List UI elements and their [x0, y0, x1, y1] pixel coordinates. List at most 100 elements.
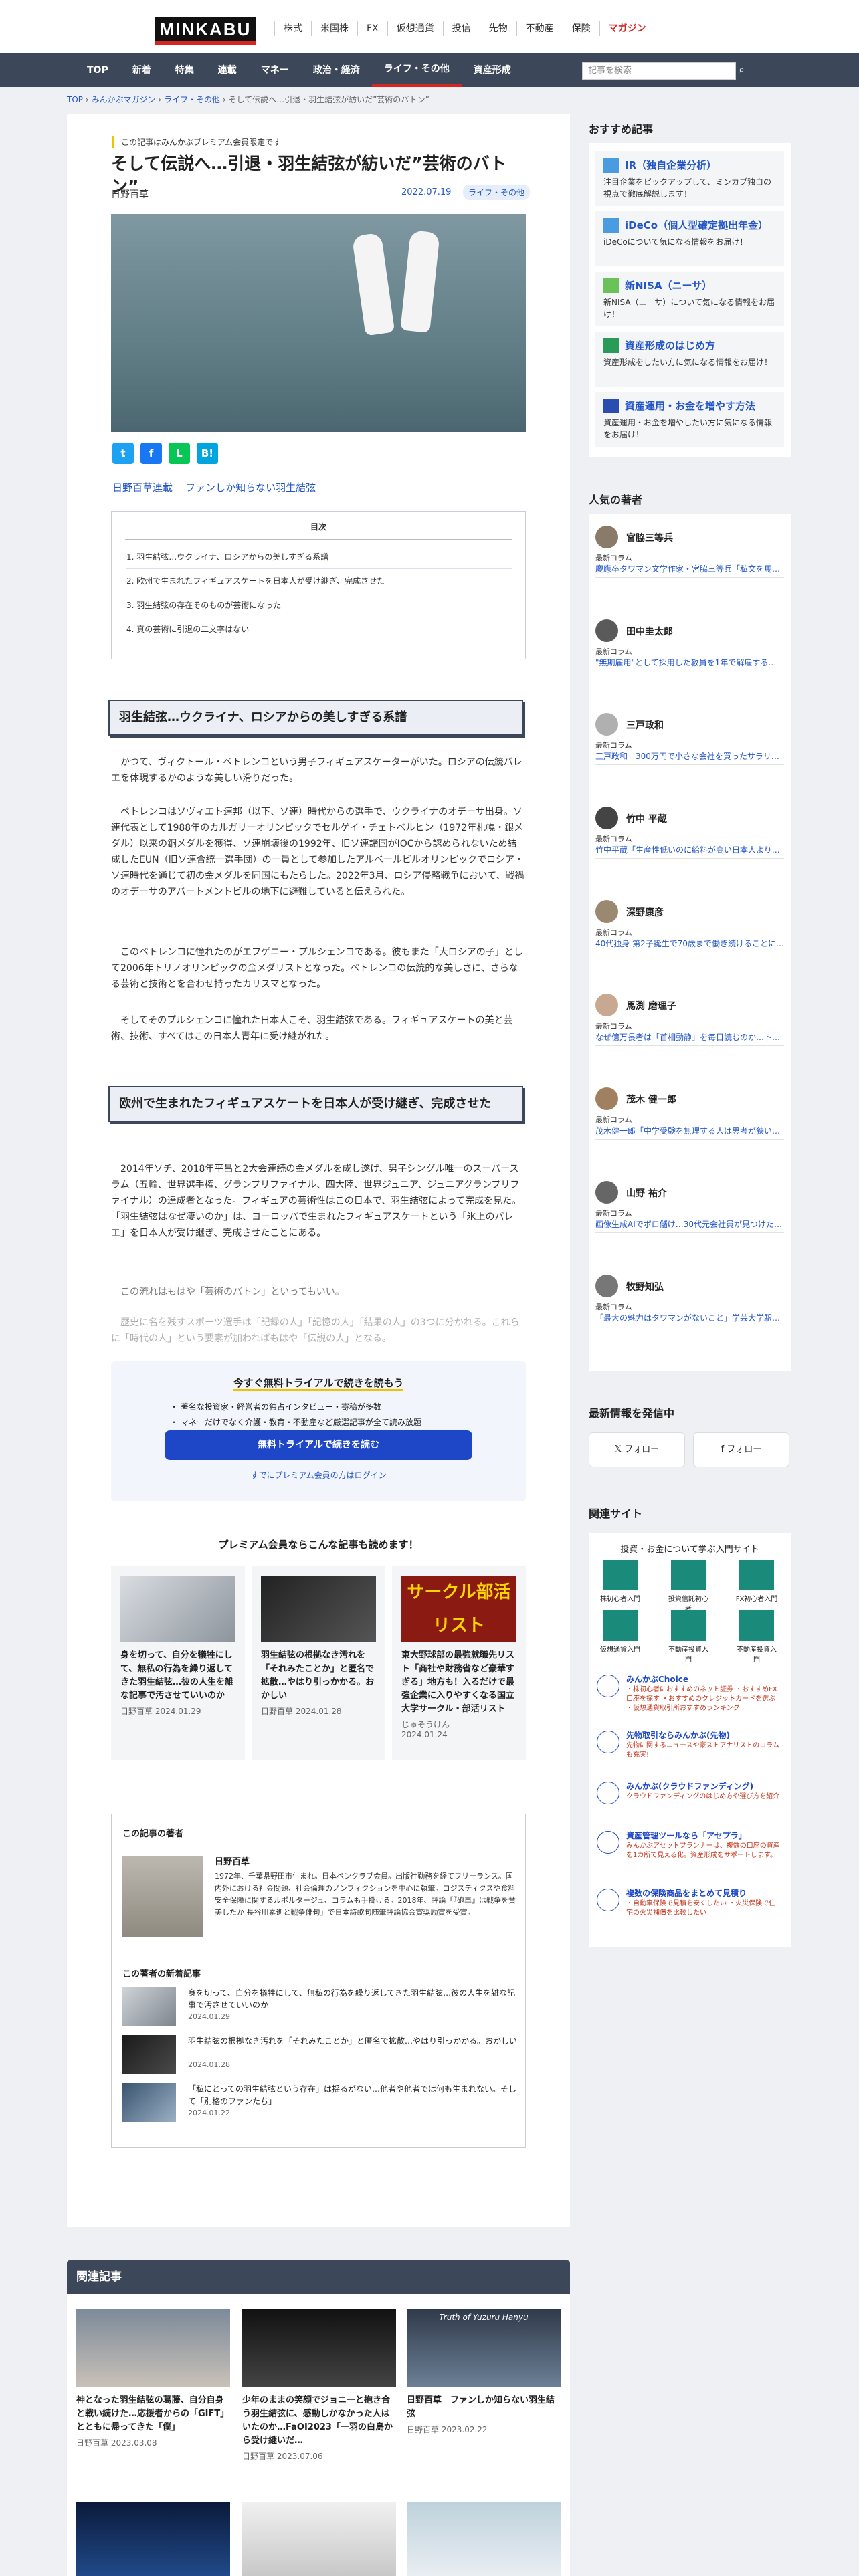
related-card-image[interactable]: [242, 2502, 396, 2576]
site-tile[interactable]: 投資信託初心者: [666, 1560, 710, 1613]
category-badge[interactable]: ライフ・その他: [463, 185, 531, 200]
author-item[interactable]: 三戸政和 最新コラム 三戸政和 300万円で小さな会社を買ったサラリーマン: [595, 709, 784, 765]
nav-money[interactable]: マネー: [249, 53, 301, 87]
author-item[interactable]: 竹中 平蔵最新コラム竹中平蔵「生産性低いのに給料が高い日本人よりも、ChatGP…: [595, 802, 784, 859]
search-input[interactable]: 記事を検索: [582, 62, 736, 80]
nav-politics[interactable]: 政治・経済: [301, 53, 372, 87]
site-tile[interactable]: 株初心者入門: [598, 1560, 642, 1606]
author-item[interactable]: 馬渕 磨理子最新コラムなぜ億万長者は「首相動静」を毎日読むのか…トップトレーダー…: [595, 990, 784, 1046]
premium-card[interactable]: 羽生結弦の根拠なき汚れを「それみたことか」と匿名で拡散…やはり引っかかる。おかし…: [252, 1566, 385, 1760]
related-card[interactable]: Truth of Yuzuru Hanyu 日野百草 ファンしか知らない羽生結弦…: [407, 2309, 561, 2435]
site-tile[interactable]: FX初心者入門: [735, 1560, 779, 1606]
site-tile[interactable]: 仮想通貨入門: [598, 1610, 642, 1657]
latest-article[interactable]: なぜ億万長者は「首相動静」を毎日読むのか…トップトレーダーが読んでいる雑誌…: [595, 1031, 784, 1043]
recommend-item[interactable]: IR（独自企業分析） 注目企業をピックアップして、ミンカブ独自の視点で徹底解説しま…: [595, 151, 784, 206]
site-link[interactable]: 資産管理ツールなら「アセプラ」 みんかぶアセットプランナーは、複数の口座の資産を1…: [597, 1827, 784, 1876]
recommend-title[interactable]: 資産運用・お金を増やす方法: [603, 399, 776, 413]
nav-series[interactable]: 連載: [206, 53, 249, 87]
list-item-title[interactable]: 羽生結弦の根拠なき汚れを「それみたことか」と匿名で拡散…やはり引っかかる。おかし…: [188, 2035, 517, 2047]
topnav-crypto[interactable]: 仮想通貨: [387, 21, 443, 36]
author-name[interactable]: 竹中 平蔵: [626, 812, 667, 825]
related-card-image[interactable]: [407, 2502, 561, 2576]
list-item[interactable]: 身を切って、自分を犠牲にして、無私の行為を繰り返してきた羽生結弦…彼の人生を雑な…: [122, 1987, 517, 2027]
premium-card[interactable]: 身を切って、自分を犠牲にして、無私の行為を繰り返してきた羽生結弦…彼の人生を雑な…: [111, 1566, 245, 1760]
nav-life[interactable]: ライフ・その他: [371, 53, 462, 87]
topnav-funds[interactable]: 投信: [442, 21, 480, 36]
topnav-stocks[interactable]: 株式: [274, 21, 311, 36]
author-item[interactable]: 茂木 健一郎最新コラム茂木健一郎「中学受験を無理する人は思考が狭い」無意味な学力…: [595, 1083, 784, 1140]
author-name[interactable]: 山野 祐介: [626, 1186, 667, 1200]
recommend-item[interactable]: 新NISA（ニーサ） 新NISA（ニーサ）について気になる情報をお届け！: [595, 272, 784, 326]
author-name[interactable]: 三戸政和: [626, 718, 664, 732]
latest-article[interactable]: 竹中平蔵「生産性低いのに給料が高い日本人よりも、ChatGPTがありがたい」…A…: [595, 844, 784, 855]
site-tile[interactable]: 不動産投資入門: [666, 1610, 710, 1664]
recommend-title[interactable]: 資産形成のはじめ方: [603, 338, 776, 353]
author-name[interactable]: 田中圭太郎: [626, 625, 673, 638]
facebook-icon[interactable]: f: [140, 443, 162, 464]
tag-series[interactable]: 日野百草連載: [112, 481, 173, 494]
site-logo[interactable]: MINKABU: [155, 17, 256, 45]
site-link-title[interactable]: みんかぶChoice: [626, 1673, 688, 1685]
latest-article[interactable]: 茂木健一郎「中学受験を無理する人は思考が狭い」無意味な学力競争文化が子供を…: [595, 1125, 784, 1136]
card-title[interactable]: 神となった羽生結弦の葛藤、自分自身と戦い続けた…応援者からの「GIFT」とともに…: [76, 2394, 230, 2434]
list-item-title[interactable]: 「私にとっての羽生結弦という存在」は揺るがない…他者や他者では何も生まれない。そ…: [188, 2083, 517, 2107]
site-tile[interactable]: 不動産投資入門: [735, 1610, 779, 1664]
recommend-item[interactable]: 資産形成のはじめ方 資産形成をしたい方に気になる情報をお届け！: [595, 332, 784, 387]
site-link-title[interactable]: 先物取引ならみんかぶ(先物): [626, 1729, 730, 1741]
latest-article[interactable]: 三戸政和 300万円で小さな会社を買ったサラリーマン: [595, 750, 784, 762]
card-title[interactable]: 東大野球部の最強就職先リスト「商社や財務省など豪華すぎる」地方も！入るだけで最強…: [392, 1649, 526, 1716]
latest-article[interactable]: "無期雇用"として採用した教員を1年で解雇する東北大の是非……文科省「労働契…: [595, 657, 784, 668]
topnav-realestate[interactable]: 不動産: [516, 21, 563, 36]
site-link[interactable]: みんかぶ(クラウドファンディング) クラウドファンディングのはじめ方や選び方を紹介: [597, 1778, 784, 1820]
twitter-icon[interactable]: t: [112, 443, 134, 464]
toc-item[interactable]: 1. 羽生結弦…ウクライナ、ロシアからの美しすぎる系譜: [126, 545, 512, 569]
author-name[interactable]: 馬渕 磨理子: [626, 999, 676, 1012]
latest-article[interactable]: 慶應卒タワマン文学作家・宮脇三等兵「私文を馬鹿にするネット世論は…: [595, 563, 784, 574]
follow-facebook-button[interactable]: f フォロー: [693, 1432, 789, 1467]
toc-item[interactable]: 4. 真の芸術に引退の二文字はない: [126, 617, 512, 641]
nav-asset[interactable]: 資産形成: [462, 53, 523, 87]
site-link[interactable]: 先物取引ならみんかぶ(先物) 先物に関するニュースや豪ストアナリストのコラムも充実…: [597, 1727, 784, 1769]
author-item[interactable]: 牧野知弘最新コラム「最大の魅力はタワマンがないこと」学芸大学駅をなぜ不動産専門家…: [595, 1271, 784, 1327]
topnav-futures[interactable]: 先物: [479, 21, 516, 36]
latest-article[interactable]: 「最大の魅力はタワマンがないこと」学芸大学駅をなぜ不動産専門家が重視して…: [595, 1312, 784, 1323]
related-card[interactable]: 神となった羽生結弦の葛藤、自分自身と戦い続けた…応援者からの「GIFT」とともに…: [76, 2309, 230, 2448]
topnav-magazine[interactable]: マガジン: [599, 21, 655, 36]
hatena-icon[interactable]: B!: [197, 443, 218, 464]
login-link[interactable]: すでにプレミアム会員の方はログイン: [111, 1469, 526, 1481]
site-link-title[interactable]: みんかぶ(クラウドファンディング): [626, 1780, 753, 1792]
card-title[interactable]: 身を切って、自分を犠牲にして、無私の行為を繰り返してきた羽生結弦…彼の人生を雑な…: [111, 1649, 245, 1703]
premium-card[interactable]: サークル部活リスト 東大野球部の最強就職先リスト「商社や財務省など豪華すぎる」地…: [392, 1566, 526, 1760]
latest-article[interactable]: 40代独身 第2子誕生で70歳まで働き続けることに…年間収支は26万円の赤字！家…: [595, 938, 784, 949]
latest-article[interactable]: 画像生成AIでボロ儲け…30代元会社員が見つけたマネーツリー「何の能も売れる…: [595, 1218, 784, 1230]
follow-x-button[interactable]: 𝕏 フォロー: [589, 1432, 685, 1467]
tag-hanyu[interactable]: ファンしか知らない羽生結弦: [185, 481, 316, 494]
article-author[interactable]: 日野百草: [111, 187, 149, 201]
related-card[interactable]: 少年のままの笑顔でジョニーと抱き合う羽生結弦に、感動しかなかった人はいたのか…F…: [242, 2309, 396, 2462]
recommend-title[interactable]: IR（独自企業分析）: [603, 158, 776, 173]
list-item[interactable]: 「私にとっての羽生結弦という存在」は揺るがない…他者や他者では何も生まれない。そ…: [122, 2083, 517, 2123]
recommend-item[interactable]: iDeCo（個人型確定拠出年金） iDeCoについて気になる情報をお届け！: [595, 211, 784, 266]
topnav-fx[interactable]: FX: [357, 21, 387, 36]
topnav-insurance[interactable]: 保険: [562, 21, 599, 36]
nav-new[interactable]: 新着: [120, 53, 163, 87]
avatar[interactable]: [122, 1856, 203, 1937]
toc-item[interactable]: 2. 欧州で生まれたフィギュアスケートを日本人が受け継ぎ、完成させた: [126, 569, 512, 593]
card-title[interactable]: 少年のままの笑顔でジョニーと抱き合う羽生結弦に、感動しかなかった人はいたのか…F…: [242, 2394, 396, 2448]
crumb-top[interactable]: TOP: [67, 95, 83, 104]
list-item-title[interactable]: 身を切って、自分を犠牲にして、無私の行為を繰り返してきた羽生結弦…彼の人生を雑な…: [188, 1987, 517, 2011]
site-link-title[interactable]: 複数の保険商品をまとめて見積り: [626, 1887, 747, 1899]
author-name[interactable]: 牧野知弘: [626, 1280, 664, 1293]
crumb-magazine[interactable]: みんかぶマガジン: [91, 95, 155, 104]
author-name[interactable]: 深野康彦: [626, 905, 664, 919]
author-item[interactable]: 深野康彦最新コラム40代独身 第2子誕生で70歳まで働き続けることに…年間収支は…: [595, 896, 784, 952]
card-title[interactable]: 羽生結弦の根拠なき汚れを「それみたことか」と匿名で拡散…やはり引っかかる。おかし…: [252, 1649, 385, 1703]
author-item[interactable]: 田中圭太郎最新コラム"無期雇用"として採用した教員を1年で解雇する東北大の是非……: [595, 615, 784, 671]
author-item[interactable]: 宮脇三等兵最新コラム慶應卒タワマン文学作家・宮脇三等兵「私文を馬鹿にするネット世…: [595, 522, 784, 578]
recommend-title[interactable]: 新NISA（ニーサ）: [603, 278, 776, 293]
toc-item[interactable]: 3. 羽生結弦の存在そのものが芸術になった: [126, 593, 512, 617]
search-icon[interactable]: ⌕: [739, 63, 745, 76]
list-item[interactable]: 羽生結弦の根拠なき汚れを「それみたことか」と匿名で拡散…やはり引っかかる。おかし…: [122, 2035, 517, 2075]
author-name[interactable]: 日野百草: [215, 1854, 250, 1867]
recommend-item[interactable]: 資産運用・お金を増やす方法 資産運用・お金を増やしたい方に気になる情報をお届け！: [595, 392, 784, 447]
